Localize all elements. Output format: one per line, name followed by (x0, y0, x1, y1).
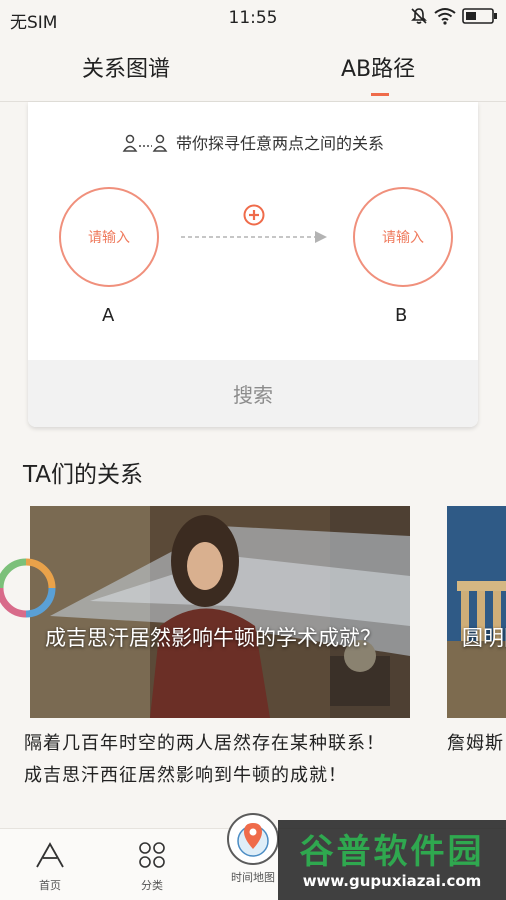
node-a-placeholder: 请输入 (88, 230, 130, 246)
story-image-ruins: 圆明园运 (447, 506, 506, 718)
node-b-input[interactable]: 请输入 (353, 187, 453, 287)
tab-relationship-graph[interactable]: 关系图谱 (82, 51, 170, 83)
battery-icon (462, 8, 497, 24)
wifi-icon (434, 8, 456, 25)
status-bar: 无SIM 11:55 (0, 0, 506, 36)
two-people-path-icon (122, 134, 168, 152)
card-hint: 带你探寻任意两点之间的关系 (28, 130, 478, 154)
home-a-icon (36, 842, 64, 868)
four-circles-icon (139, 842, 165, 868)
card-hint-text: 带你探寻任意两点之间的关系 (175, 134, 384, 153)
node-b-label: B (395, 305, 408, 326)
active-tab-indicator (371, 93, 389, 96)
nav-home-label: 首页 (39, 879, 61, 892)
watermark-logo: 谷普软件园 www.gupuxiazai.com (278, 820, 506, 900)
story-image-newton: 成吉思汗居然影响牛顿的学术成就？ (30, 506, 410, 718)
watermark-url: www.gupuxiazai.com (302, 872, 482, 890)
story-card[interactable]: 圆明园运 詹姆斯曾从帕特脉相传 (447, 506, 506, 760)
top-tabs: 关系图谱 AB路径 (0, 36, 506, 102)
story-card[interactable]: 成吉思汗居然影响牛顿的学术成就？ 隔着几百年时空的两人居然存在某种联系！成吉思汗… (24, 506, 410, 792)
story-caption: 成吉思汗居然影响牛顿的学术成就？ (45, 626, 381, 650)
search-button[interactable]: 搜索 (28, 360, 478, 427)
map-pin-icon (237, 823, 269, 857)
nav-home[interactable]: 首页 (30, 841, 70, 893)
path-arrow-icon (181, 231, 327, 243)
nav-categories[interactable]: 分类 (132, 841, 172, 893)
loading-spinner-icon (0, 558, 56, 618)
story-caption: 圆明园运 (462, 626, 506, 650)
story-description: 詹姆斯曾从帕特脉相传 (447, 733, 506, 754)
nav-categories-label: 分类 (141, 879, 163, 892)
mute-bell-icon (411, 8, 427, 24)
story-carousel[interactable]: 成吉思汗居然影响牛顿的学术成就？ 隔着几百年时空的两人居然存在某种联系！成吉思汗… (0, 506, 506, 828)
section-title: TA们的关系 (23, 462, 143, 488)
node-b-placeholder: 请输入 (382, 230, 424, 246)
status-icons (410, 7, 498, 25)
nav-time-map-label: 时间地图 (231, 871, 275, 884)
map-bubble (227, 813, 279, 865)
tab-ab-path[interactable]: AB路径 (341, 51, 415, 83)
watermark-title: 谷普软件园 (299, 832, 485, 872)
add-node-icon[interactable] (243, 204, 265, 226)
story-description: 隔着几百年时空的两人居然存在某种联系！成吉思汗西征居然影响到牛顿的成就！ (24, 733, 385, 786)
node-a-label: A (102, 305, 115, 326)
nav-time-map[interactable]: 时间地图 (222, 813, 284, 885)
node-a-input[interactable]: 请输入 (59, 187, 159, 287)
ab-path-search-card: 带你探寻任意两点之间的关系 请输入 请输入 A B 搜索 (28, 102, 478, 427)
